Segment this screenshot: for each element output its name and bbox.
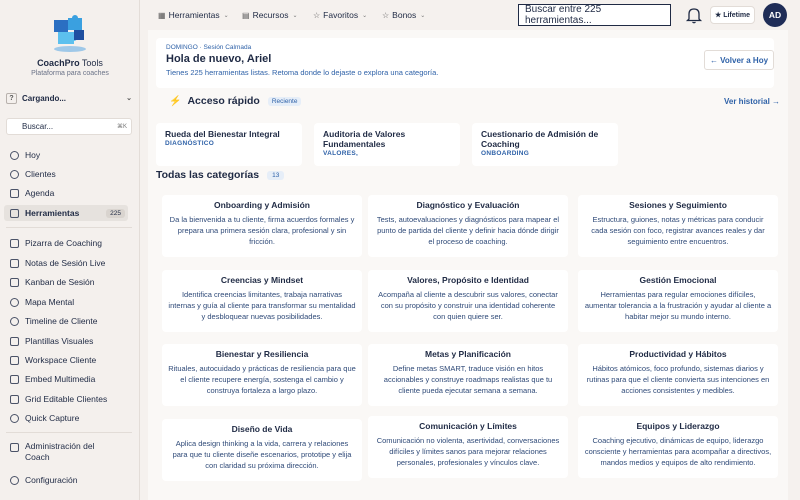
chevron-down-icon: ⌄ — [223, 12, 229, 19]
sidebar-item-mapa-mental[interactable]: Mapa Mental — [4, 294, 128, 310]
users-icon — [10, 169, 19, 179]
timeline-icon — [10, 316, 19, 326]
category-card[interactable]: Equipos y Liderazgo Coaching ejecutivo, d… — [578, 416, 778, 478]
grid-icon — [10, 208, 19, 218]
greeting-subtitle: Tienes 225 herramientas listas. Retoma d… — [166, 68, 439, 77]
brand-block: CoachPro Tools Plataforma para coaches — [0, 14, 140, 77]
quick-access-card[interactable]: Rueda del Bienestar Integral DIAGNÓSTICO — [156, 123, 302, 166]
mindmap-icon — [10, 297, 19, 307]
kanban-icon — [10, 277, 19, 287]
bell-icon[interactable] — [685, 6, 703, 24]
tool-search-input[interactable]: Buscar entre 225 herramientas... — [518, 4, 671, 26]
account-switcher[interactable]: ? Cargando... ⌄ — [6, 90, 132, 106]
user-avatar[interactable]: AD — [763, 3, 787, 27]
sun-icon — [10, 150, 19, 160]
puzzle-logo-icon — [54, 15, 86, 52]
category-card[interactable]: Metas y Planificación Define metas SMART,… — [368, 344, 568, 406]
shortcut-hint: ⌘K — [116, 124, 127, 130]
sidebar-item-quick-capture[interactable]: Quick Capture — [4, 410, 128, 426]
gear-icon — [10, 475, 19, 485]
menu-bonos[interactable]: ☆ Bonos ⌄ — [382, 10, 425, 20]
chevron-down-icon: ⌄ — [420, 12, 426, 19]
whiteboard-icon — [10, 238, 19, 248]
category-card[interactable]: Sesiones y Seguimiento Estructura, guione… — [578, 195, 778, 257]
sidebar-divider — [6, 432, 132, 433]
sidebar-item-pizarra[interactable]: Pizarra de Coaching — [4, 235, 128, 251]
category-card[interactable]: Productividad y Hábitos Hábitos atómicos,… — [578, 344, 778, 406]
category-card[interactable]: Creencias y Mindset Identifica creencias … — [162, 270, 362, 332]
sidebar-item-hoy[interactable]: Hoy — [4, 147, 128, 163]
menu-favoritos[interactable]: ☆ Favoritos ⌄ — [313, 10, 367, 20]
star-icon: ☆ — [313, 10, 321, 20]
book-icon: ▤ — [242, 10, 250, 20]
main-content: DOMINGO · Sesión Calmada Hola de nuevo, … — [148, 30, 788, 500]
template-icon — [10, 336, 19, 346]
menu-recursos[interactable]: ▤ Recursos ⌄ — [242, 10, 298, 20]
sidebar-item-workspace[interactable]: Workspace Cliente — [4, 352, 128, 368]
welcome-banner: DOMINGO · Sesión Calmada Hola de nuevo, … — [156, 38, 774, 88]
chevron-down-icon: ⌄ — [292, 12, 298, 19]
sidebar: CoachPro Tools Plataforma para coaches ?… — [0, 0, 140, 500]
quick-access-header: ⚡ Acceso rápido Reciente — [169, 95, 302, 107]
brand-name: CoachPro Tools — [37, 58, 103, 68]
quick-access-card[interactable]: Auditoria de Valores Fundamentales VALOR… — [314, 123, 460, 166]
chevron-down-icon: ⌄ — [362, 12, 368, 19]
category-card[interactable]: Onboarding y Admisión Da la bienvenida a … — [162, 195, 362, 257]
calendar-icon — [10, 188, 19, 198]
sidebar-item-herramientas[interactable]: Herramientas 225 — [4, 205, 128, 221]
sidebar-item-notas[interactable]: Notas de Sesión Live — [4, 255, 128, 271]
lightning-icon: ⚡ — [169, 95, 182, 107]
sidebar-item-agenda[interactable]: Agenda — [4, 185, 128, 201]
sidebar-item-kanban[interactable]: Kanban de Sesión — [4, 274, 128, 290]
tool-search-placeholder: Buscar entre 225 herramientas... — [525, 4, 602, 26]
table-icon — [10, 394, 19, 404]
categories-count: 13 — [267, 170, 285, 180]
grid-icon: ▦ — [158, 10, 166, 20]
greeting-title: Hola de nuevo, Ariel — [166, 53, 272, 65]
menu-herramientas[interactable]: ▦ Herramientas ⌄ — [158, 10, 229, 20]
sidebar-item-configuracion[interactable]: Configuración — [4, 472, 128, 488]
shield-icon — [10, 443, 19, 452]
quick-access-card[interactable]: Cuestionario de Admisión de Coaching ONB… — [472, 123, 618, 166]
gift-icon: ☆ — [382, 10, 390, 20]
sidebar-item-timeline[interactable]: Timeline de Cliente — [4, 313, 128, 329]
top-bar: ▦ Herramientas ⌄ ▤ Recursos ⌄ ☆ Favoritos ⌄ ☆ B… — [140, 0, 800, 30]
category-card[interactable]: Diagnóstico y Evaluación Tests, autoevalu… — [368, 195, 568, 257]
categories-header: Todas las categorías 13 — [156, 169, 285, 181]
tools-count-badge: 225 — [106, 208, 125, 218]
sidebar-divider — [6, 227, 132, 228]
sidebar-search-input[interactable]: Buscar... ⌘K — [6, 118, 132, 135]
sidebar-item-plantillas[interactable]: Plantillas Visuales — [4, 333, 128, 349]
account-label: Cargando... — [22, 93, 67, 103]
workspace-icon — [10, 355, 19, 365]
view-history-link[interactable]: Ver historial → — [724, 97, 780, 106]
back-to-today-button[interactable]: ← Volver a Hoy — [704, 50, 774, 70]
notes-icon — [10, 258, 19, 268]
category-card[interactable]: Bienestar y Resiliencia Rituales, autocui… — [162, 344, 362, 406]
sidebar-item-clientes[interactable]: Clientes — [4, 166, 128, 182]
sidebar-item-admin[interactable]: Administración del Coach — [4, 441, 128, 467]
lifetime-badge[interactable]: ★ Lifetime — [710, 6, 755, 24]
category-card[interactable]: Comunicación y Límites Comunicación no vi… — [368, 416, 568, 478]
sidebar-item-embed[interactable]: Embed Multimedia — [4, 371, 128, 387]
category-card[interactable]: Diseño de Vida Aplica design thinking a l… — [162, 419, 362, 481]
category-card[interactable]: Gestión Emocional Herramientas para regul… — [578, 270, 778, 332]
video-icon — [10, 374, 19, 384]
chevron-down-icon: ⌄ — [126, 95, 132, 102]
category-card[interactable]: Valores, Propósito e Identidad Acompaña a… — [368, 270, 568, 332]
sidebar-item-grid-clientes[interactable]: Grid Editable Clientes — [4, 391, 128, 407]
recent-badge: Reciente — [267, 96, 302, 106]
lightning-icon — [10, 413, 19, 423]
day-kicker: DOMINGO · Sesión Calmada — [166, 44, 252, 51]
brand-tagline: Plataforma para coaches — [31, 70, 109, 77]
account-avatar: ? — [6, 92, 17, 104]
sidebar-search-placeholder: Buscar... — [22, 122, 54, 131]
